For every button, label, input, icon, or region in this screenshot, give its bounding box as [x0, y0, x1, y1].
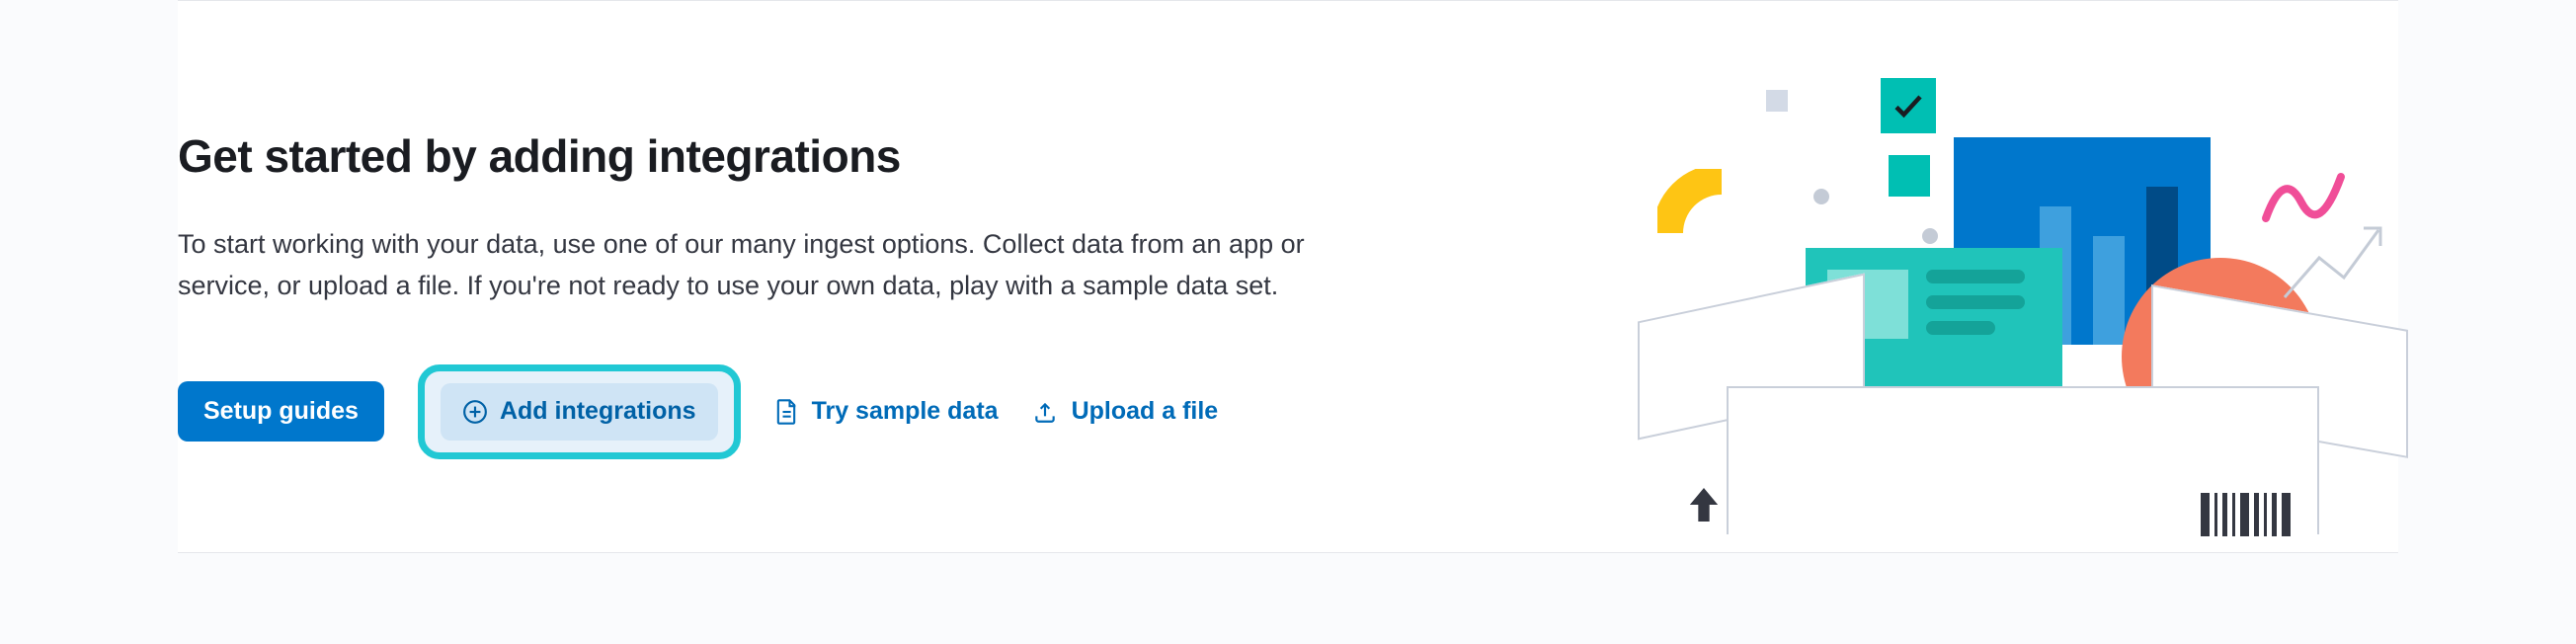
section-title: Get started by adding integrations: [178, 129, 1343, 183]
deco-barcode-icon: [2201, 493, 2291, 536]
deco-dot: [1813, 189, 1829, 204]
try-sample-label: Try sample data: [812, 397, 999, 426]
try-sample-data-link[interactable]: Try sample data: [774, 397, 999, 426]
deco-check-icon: [1881, 78, 1936, 133]
deco-up-arrow-icon: [1687, 485, 1721, 529]
upload-file-label: Upload a file: [1072, 397, 1219, 426]
document-icon: [774, 398, 798, 426]
add-integrations-button[interactable]: Add integrations: [441, 383, 718, 441]
plus-circle-icon: [462, 399, 488, 425]
decorative-illustration: [1588, 60, 2398, 534]
deco-teal-square: [1889, 155, 1930, 197]
add-integrations-highlight: Add integrations: [418, 364, 741, 459]
action-row: Setup guides Add integrations: [178, 364, 1343, 459]
deco-square-icon: [1766, 90, 1788, 112]
deco-trend-arrow-icon: [2280, 218, 2388, 312]
onboarding-panel: Get started by adding integrations To st…: [178, 0, 2398, 553]
add-integrations-label: Add integrations: [500, 399, 696, 424]
content-column: Get started by adding integrations To st…: [178, 70, 1343, 459]
setup-guides-label: Setup guides: [203, 399, 359, 424]
setup-guides-button[interactable]: Setup guides: [178, 381, 384, 442]
deco-dot: [1922, 228, 1938, 244]
section-description: To start working with your data, use one…: [178, 224, 1343, 307]
upload-icon: [1032, 399, 1058, 425]
upload-file-link[interactable]: Upload a file: [1032, 397, 1219, 426]
deco-donut-icon: [1657, 169, 1786, 297]
